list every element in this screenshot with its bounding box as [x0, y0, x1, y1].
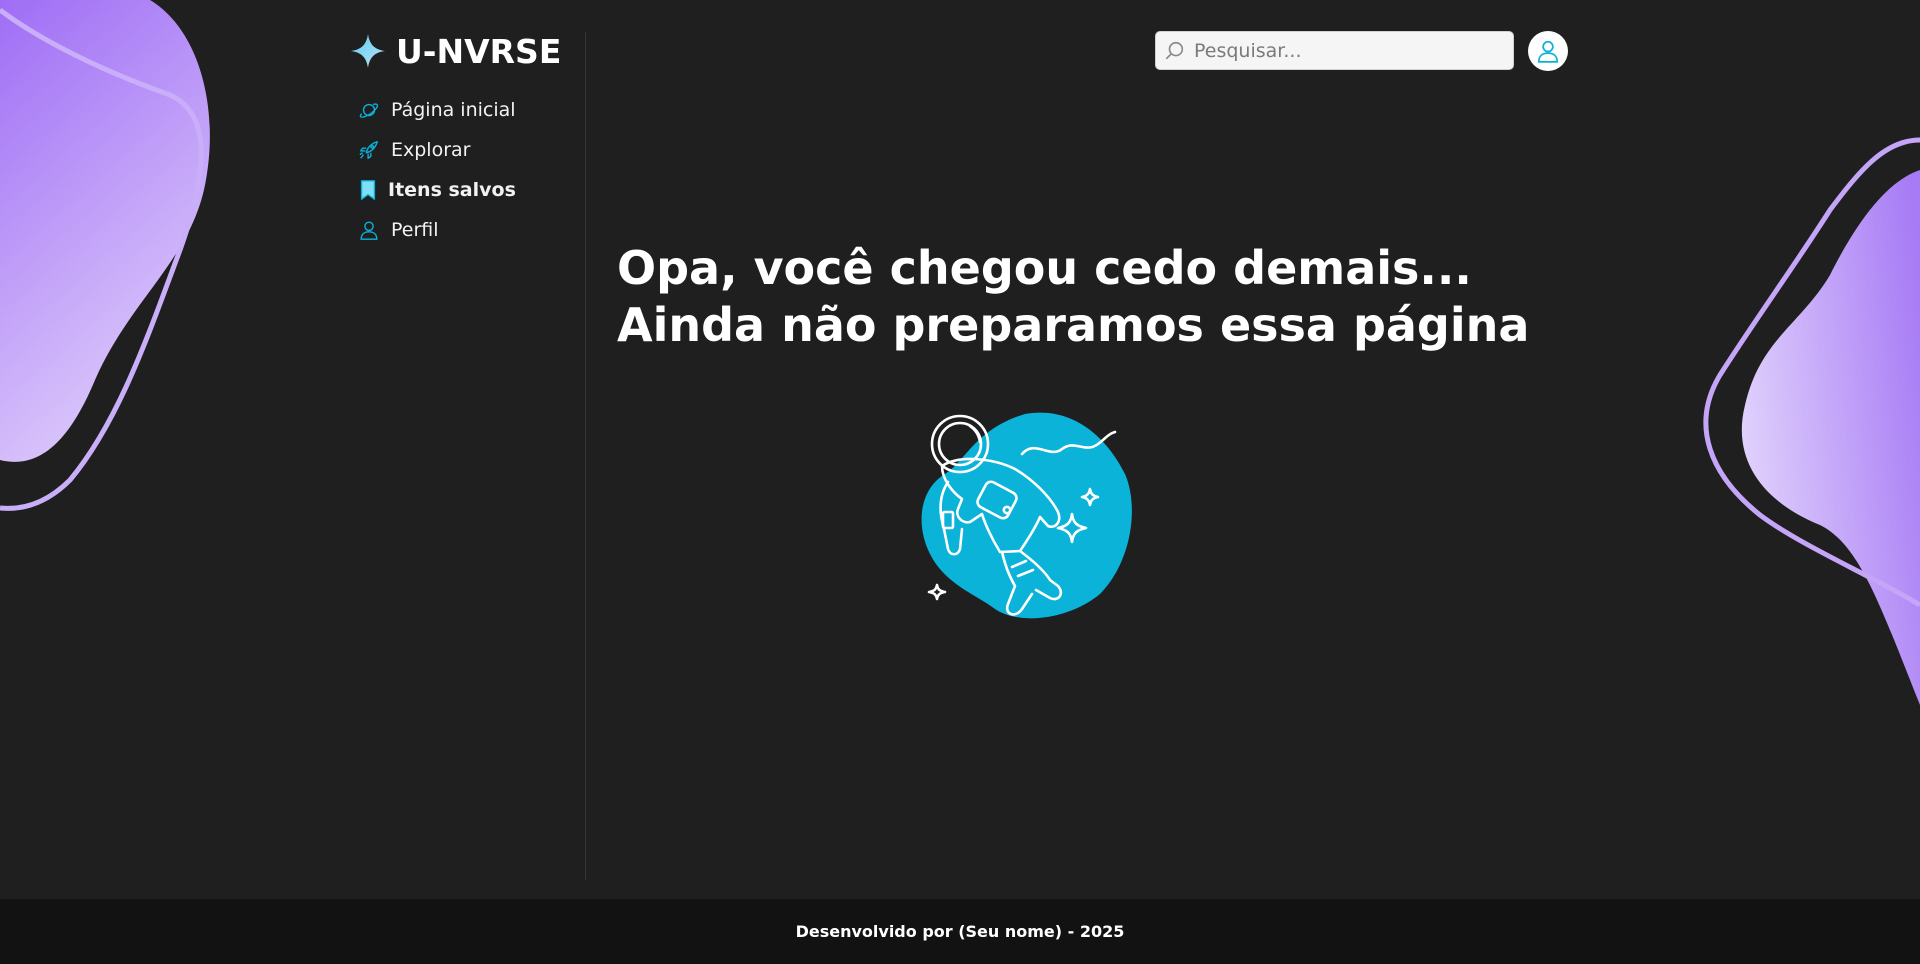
sidebar-item-label: Explorar	[391, 139, 471, 161]
footer-text: Desenvolvido por (Seu nome) - 2025	[795, 922, 1125, 941]
footer: Desenvolvido por (Seu nome) - 2025	[0, 899, 1920, 964]
brand-logo[interactable]: U-NVRSE	[350, 32, 585, 70]
sidebar-item-saved[interactable]: Itens salvos	[350, 170, 585, 210]
search-icon	[1165, 41, 1184, 59]
user-icon	[1537, 40, 1559, 63]
planet-icon	[359, 103, 379, 118]
astronaut-illustration	[921, 412, 1132, 619]
headline-line-2: Ainda não preparamos essa página	[617, 298, 1530, 352]
headline-line-1: Opa, você chegou cedo demais...	[617, 241, 1472, 295]
profile-button[interactable]	[1528, 31, 1568, 71]
sidebar-item-label: Itens salvos	[388, 179, 516, 201]
brand-name: U-NVRSE	[396, 31, 562, 71]
decorative-blob-left	[0, 0, 210, 511]
bookmark-icon	[360, 180, 376, 200]
sidebar-item-label: Página inicial	[391, 99, 516, 121]
rocket-icon	[359, 141, 378, 159]
page-title: Opa, você chegou cedo demais... Ainda nã…	[617, 240, 1530, 354]
search-input[interactable]	[1192, 38, 1496, 63]
search-box[interactable]	[1155, 31, 1514, 70]
sidebar-nav: Página inicial Explorar Itens salvos Per…	[350, 90, 585, 250]
sidebar-item-profile[interactable]: Perfil	[350, 210, 585, 250]
sidebar-item-label: Perfil	[391, 219, 439, 241]
sidebar-item-home[interactable]: Página inicial	[350, 90, 585, 130]
sidebar: U-NVRSE Página inicial Explorar Itens sa…	[350, 32, 586, 880]
sidebar-item-explore[interactable]: Explorar	[350, 130, 585, 170]
decorative-blob-right	[1703, 137, 1920, 705]
user-icon	[360, 221, 378, 240]
sparkle-icon	[351, 34, 385, 68]
